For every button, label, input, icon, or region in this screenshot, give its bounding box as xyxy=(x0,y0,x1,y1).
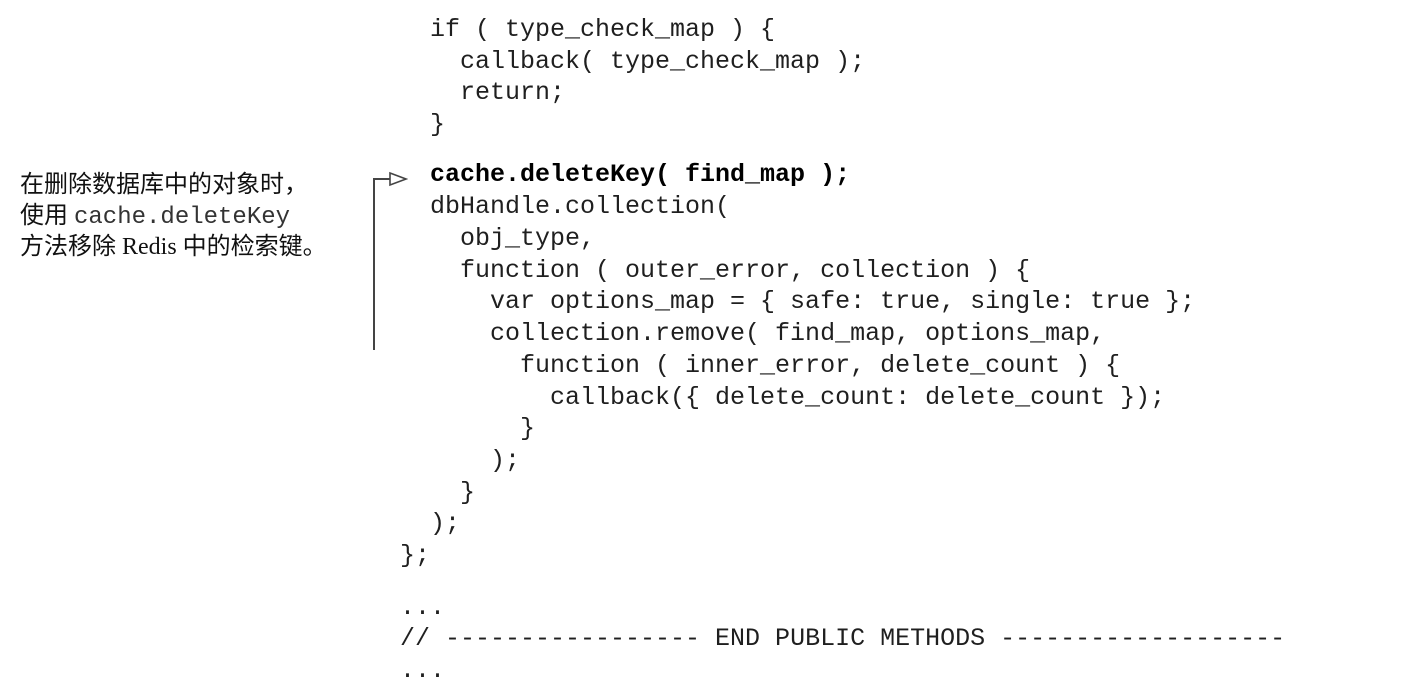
code-line: var options_map = { safe: true, single: … xyxy=(430,287,1196,316)
code-line: return; xyxy=(430,78,566,107)
annotation-line-1: 在删除数据库中的对象时， xyxy=(20,172,308,198)
code-line: } xyxy=(430,478,476,507)
code-line: ); xyxy=(430,509,461,538)
code-line: ); xyxy=(430,446,521,475)
code-line: ... xyxy=(400,593,446,622)
annotation-line-2-prefix: 使用 xyxy=(20,203,74,229)
code-line: ... xyxy=(400,656,446,685)
code-line: }; xyxy=(400,541,431,570)
annotation-line-3: 方法移除 Redis 中的检索键。 xyxy=(20,234,327,260)
code-comment-line: // ----------------- END PUBLIC METHODS … xyxy=(400,624,1286,653)
callout-annotation: 在删除数据库中的对象时， 使用 cache.deleteKey 方法移除 Red… xyxy=(20,170,356,320)
code-line: collection.remove( find_map, options_map… xyxy=(430,319,1106,348)
code-line: callback({ delete_count: delete_count })… xyxy=(430,383,1166,412)
code-line: if ( type_check_map ) { xyxy=(430,15,776,44)
code-line: dbHandle.collection( xyxy=(430,192,731,221)
code-line: } xyxy=(430,110,446,139)
code-line: function ( inner_error, delete_count ) { xyxy=(430,351,1121,380)
annotation-line-2: 使用 cache.deleteKey xyxy=(20,201,356,232)
callout-bracket-line xyxy=(373,178,375,350)
code-line: obj_type, xyxy=(430,224,596,253)
highlighted-code-line: cache.deleteKey( find_map ); xyxy=(430,160,851,189)
code-line: function ( outer_error, collection ) { xyxy=(430,256,1031,285)
code-listing: if ( type_check_map ) { callback( type_c… xyxy=(0,0,1404,686)
code-line: callback( type_check_map ); xyxy=(430,47,866,76)
annotation-inline-code: cache.deleteKey xyxy=(74,204,291,231)
callout-arrow-icon xyxy=(389,171,408,187)
code-line: } xyxy=(430,414,536,443)
